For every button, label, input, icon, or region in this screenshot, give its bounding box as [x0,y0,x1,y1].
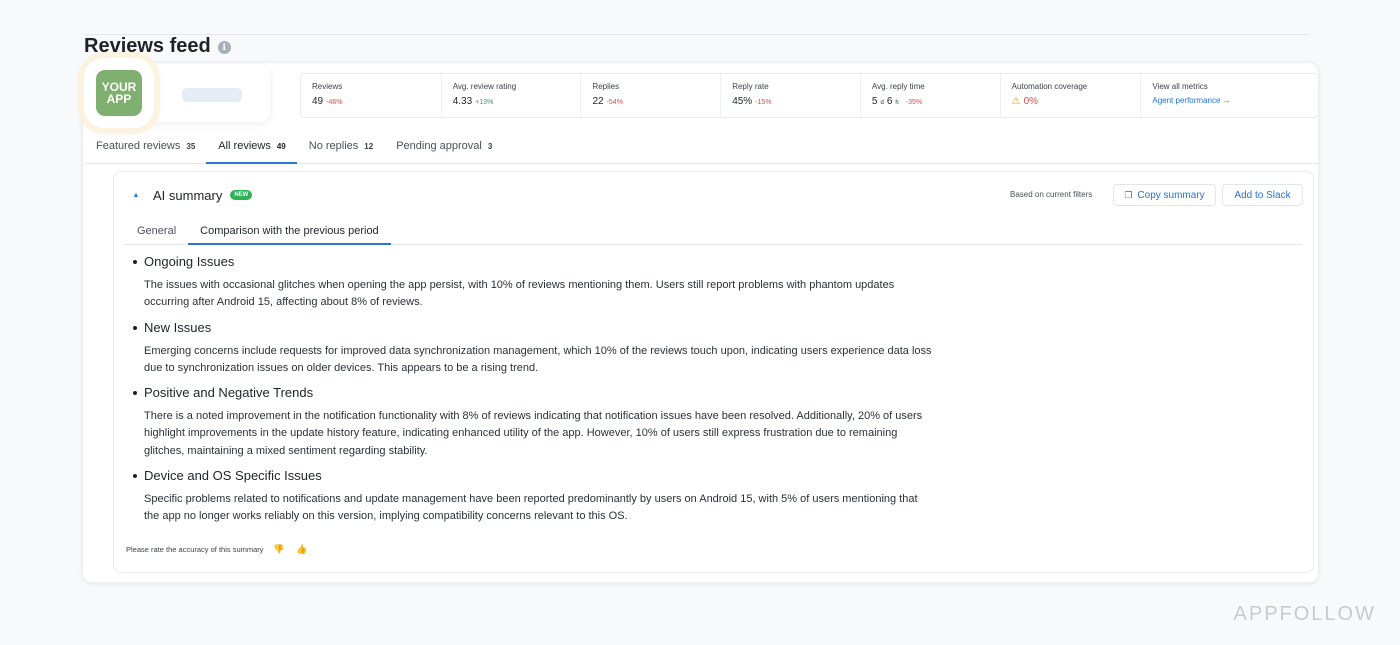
appfollow-watermark: APPFOLLOW [1233,603,1376,625]
tab-label: No replies [308,140,359,152]
header-divider [84,34,1310,35]
metric-label: Reply rate [732,82,769,91]
rate-prompt: Please rate the accuracy of this summary [126,544,264,554]
ai-summary-header: ▲ AI summary NEW [127,186,253,204]
metric-value: 4.33 [452,96,473,107]
tab-label: Pending approval [396,140,482,152]
metric-value-days: 5 [871,96,878,107]
metric-avg-rating[interactable]: Avg. review rating 4.33 +13% [442,74,582,117]
subtab-general[interactable]: General [125,222,188,245]
page-title: Reviews feed i [84,35,231,58]
subtab-comparison[interactable]: Comparison with the previous period [188,222,391,245]
thumbs-down-icon[interactable]: 👎 [271,541,287,557]
tab-label: All reviews [218,140,271,152]
collapse-toggle-icon[interactable]: ▲ [127,186,145,204]
summary-section: Ongoing Issues The issues with occasiona… [132,254,932,312]
metric-label: Reviews [312,82,343,91]
summary-section: Positive and Negative Trends There is a … [132,385,932,460]
tab-no-replies[interactable]: No replies 12 [297,140,384,164]
tab-pending-approval[interactable]: Pending approval 3 [384,140,503,164]
tab-count: 12 [364,142,374,151]
metric-value: 45% [732,96,753,107]
section-text: Specific problems related to notificatio… [144,493,918,523]
metrics-bar: Reviews 49 -46% Avg. review rating 4.33 +1… [300,73,1319,118]
metric-delta: +13% [475,99,494,106]
metric-label: Avg. reply time [871,82,925,91]
metric-label: Avg. review rating [452,82,517,91]
metric-replies[interactable]: Replies 22 -54% [581,74,722,117]
metric-reviews[interactable]: Reviews 49 -46% [301,74,442,117]
subtab-label: General [137,225,177,237]
metric-unit-hours: h [895,100,899,106]
metric-value-hours: 6 [886,96,893,107]
app-icon: YOUR APP [96,70,142,116]
section-title: Device and OS Specific Issues [132,468,932,485]
metric-label: View all metrics [1152,82,1208,91]
metric-value: 22 [592,96,604,107]
metric-delta: -35% [905,99,923,106]
ai-summary-title: AI summary [153,187,223,203]
ai-summary-panel: ▲ AI summary NEW Based on current filter… [113,171,1314,573]
metric-automation-coverage[interactable]: Automation coverage ⚠ 0% [1001,74,1142,117]
subtab-label: Comparison with the previous period [200,225,379,237]
app-name-placeholder [182,88,242,102]
review-tabs: Featured reviews 35 All reviews 49 No repl… [84,140,1318,164]
tab-all-reviews[interactable]: All reviews 49 [206,140,297,164]
summary-section: New Issues Emerging concerns include req… [132,320,932,378]
section-title: New Issues [132,320,932,337]
metric-unit-days: d [880,100,884,106]
page-title-text: Reviews feed [84,35,211,57]
add-to-slack-label: Add to Slack [1234,189,1291,201]
section-text: The issues with occasional glitches when… [144,279,895,309]
warning-icon: ⚠ [1011,96,1021,107]
metric-delta: -54% [606,99,623,106]
metric-label: Replies [592,82,620,91]
metric-value: 49 [312,96,324,107]
thumbs-up-icon[interactable]: 👍 [294,541,310,557]
metric-avg-reply-time[interactable]: Avg. reply time 5d 6h -35% [861,74,1001,117]
info-icon[interactable]: i [217,41,231,54]
metric-reply-rate[interactable]: Reply rate 45% -15% [721,74,861,117]
section-title: Positive and Negative Trends [132,385,932,402]
agent-performance-link[interactable]: Agent performance → [1152,96,1307,105]
metric-view-all: View all metrics Agent performance → [1141,74,1318,117]
tab-label: Featured reviews [96,140,181,152]
metric-delta: -15% [755,99,772,106]
copy-summary-button[interactable]: ❐ Copy summary [1113,184,1216,206]
metric-label: Automation coverage [1011,82,1088,91]
add-to-slack-button[interactable]: Add to Slack [1222,184,1303,206]
new-badge: NEW [230,190,253,200]
copy-icon: ❐ [1124,189,1133,200]
tab-count: 49 [276,142,286,151]
metric-delta: -46% [326,99,343,106]
filters-note: Based on current filters [1010,190,1093,199]
app-icon-text-line2: APP [106,92,132,106]
copy-summary-label: Copy summary [1137,189,1205,201]
summary-subtabs: General Comparison with the previous per… [125,222,1302,245]
tab-featured-reviews[interactable]: Featured reviews 35 [84,140,206,164]
section-title: Ongoing Issues [132,254,932,271]
section-text: There is a noted improvement in the noti… [144,410,923,457]
rate-summary-row: Please rate the accuracy of this summary… [126,541,310,557]
app-icon-container[interactable]: YOUR APP [84,58,154,128]
metric-value: 0% [1023,96,1039,107]
summary-sections: Ongoing Issues The issues with occasiona… [132,254,932,534]
tab-count: 3 [487,142,493,151]
tab-count: 35 [186,142,196,151]
section-text: Emerging concerns include requests for i… [144,344,932,374]
summary-section: Device and OS Specific Issues Specific p… [132,468,932,526]
